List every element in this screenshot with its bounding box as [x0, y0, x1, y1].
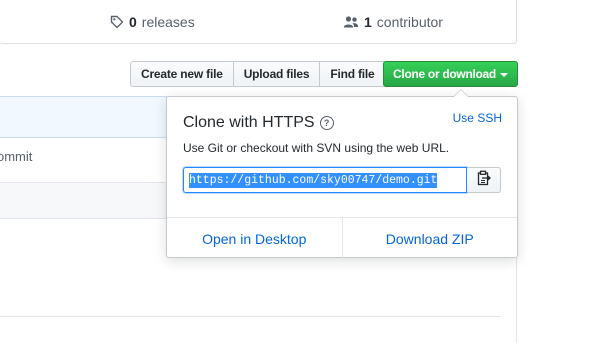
clone-popover: Clone with HTTPS ? Use SSH Use Git or ch…: [166, 89, 518, 259]
download-zip-link[interactable]: Download ZIP: [343, 218, 518, 259]
repo-stats-bar: 0 releases 1 contributor: [0, 0, 517, 44]
open-in-desktop-link[interactable]: Open in Desktop: [167, 218, 343, 259]
contributors-label: contributor: [376, 14, 443, 30]
upload-files-button[interactable]: Upload files: [232, 61, 321, 87]
releases-label: releases: [141, 14, 195, 30]
find-file-button[interactable]: Find file: [319, 61, 386, 87]
popover-footer: Open in Desktop Download ZIP: [167, 217, 517, 259]
clone-url-input[interactable]: https://github.com/sky00747/demo.git: [183, 167, 467, 193]
people-icon: [343, 15, 359, 29]
question-icon[interactable]: ?: [319, 116, 334, 130]
commit-tease-header: [0, 97, 167, 138]
clipboard-icon: [477, 170, 491, 191]
caret-down-icon: [499, 72, 508, 77]
commit-tease: [0, 96, 167, 189]
clone-or-download-button[interactable]: Clone or download: [383, 61, 518, 87]
copy-url-button[interactable]: [467, 167, 501, 193]
releases-link[interactable]: 0 releases: [110, 14, 195, 30]
file-actions-group: Create new file Upload files Find file: [130, 61, 386, 87]
popover-title: Clone with HTTPS ?: [183, 114, 334, 132]
file-list-row: [0, 182, 167, 219]
commit-count-label[interactable]: ommit: [0, 149, 32, 164]
clone-or-download-label: Clone or download: [393, 67, 496, 81]
contributors-count: 1: [364, 14, 372, 30]
contributors-link[interactable]: 1 contributor: [343, 14, 443, 30]
create-new-file-button[interactable]: Create new file: [130, 61, 234, 87]
divider: [0, 316, 500, 317]
divider: [516, 258, 517, 343]
clone-title-text: Clone with HTTPS: [183, 114, 315, 131]
use-ssh-link[interactable]: Use SSH: [453, 111, 502, 125]
releases-count: 0: [129, 14, 137, 30]
clone-description: Use Git or checkout with SVN using the w…: [183, 141, 450, 155]
clone-url-value: https://github.com/sky00747/demo.git: [189, 172, 438, 188]
tag-icon: [110, 15, 124, 29]
